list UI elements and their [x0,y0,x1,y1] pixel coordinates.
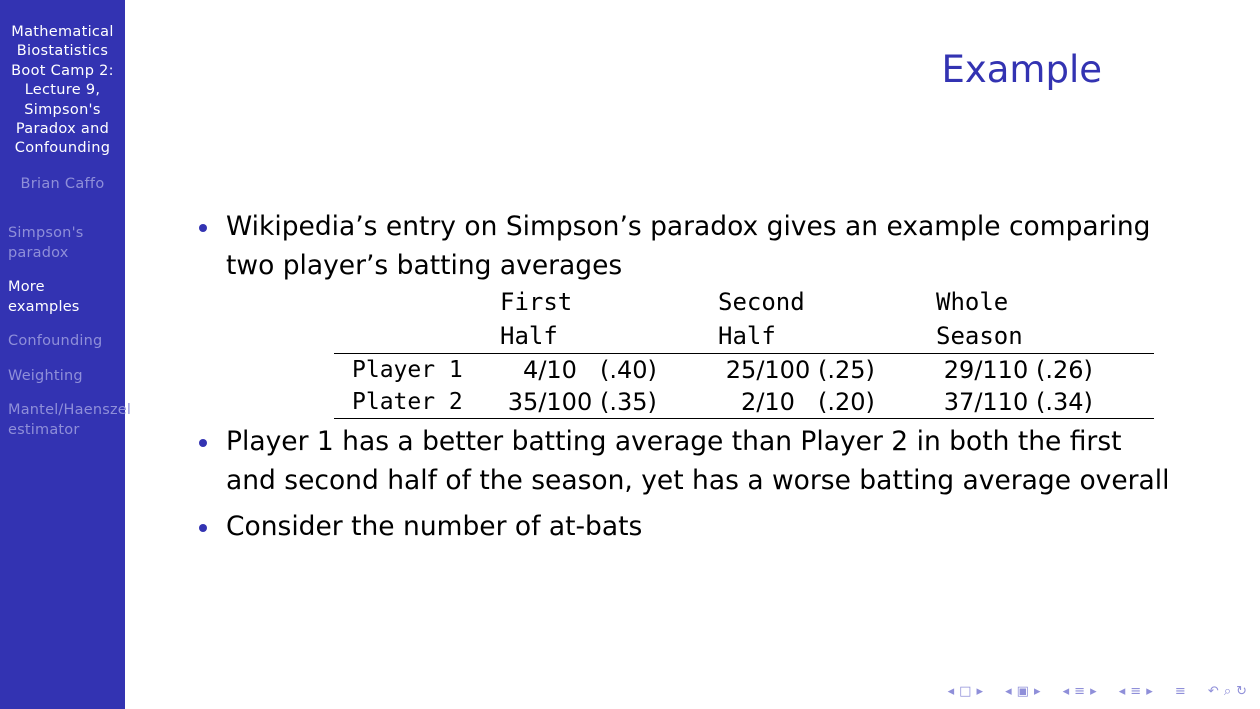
nav-left-icon[interactable]: ◂ [1005,684,1013,699]
sidebar-item-label: Confounding [8,333,103,349]
nav-right-icon[interactable]: ▸ [1090,684,1098,699]
table-header-row: First Half Second Half Whole Season [334,285,1154,354]
back-icon[interactable]: ↶ [1208,684,1220,699]
header-line: Half [718,322,776,350]
table-header: First Half [500,285,718,354]
frame-icon[interactable]: □ [959,684,972,699]
sidebar-item-label: More [8,279,45,295]
table-cell: 35/100 (.35) [500,386,718,419]
sidebar-item-confounding[interactable]: Confounding [8,332,138,352]
bullet-icon [199,524,207,532]
bullet-text: Wikipedia’s entry on Simpson’s paradox g… [226,211,1151,281]
nav-left-icon[interactable]: ◂ [1063,684,1071,699]
deck-title-line: Simpson's [24,101,101,118]
sidebar-item-weighting[interactable]: Weighting [8,367,138,387]
sidebar-item-label: Mantel/Haenszel [8,402,132,418]
section-nav: Simpson's paradox More examples Confound… [8,224,138,440]
bullet-item: Consider the number of at-bats [196,508,1176,547]
search-icon[interactable]: ⌕ [1224,684,1232,699]
player-name: Plater 2 [352,389,463,415]
deck-title-line: Boot Camp 2: [11,62,114,79]
section-list-icon[interactable]: ≡ [1130,684,1142,699]
deck-title-line: Confounding [14,140,111,157]
table-cell: 4/10 (.40) [500,354,718,387]
player-name: Player 1 [352,357,463,383]
sidebar-item-label: Weighting [8,367,83,384]
table-cell: 37/110 (.34) [936,386,1154,419]
header-line: Half [500,322,558,350]
batting-table: First Half Second Half Whole Season Play… [334,285,1154,419]
sidebar-item-label: examples [8,298,80,315]
frame-content: Wikipedia’s entry on Simpson’s paradox g… [196,208,1176,547]
frame-title: Example [941,48,1102,91]
deck-title-line: Biostatistics [16,43,109,60]
cell-average: (.34) [1036,388,1093,416]
cell-average: (.35) [600,388,657,416]
cell-fraction: 2/10 [741,388,795,416]
nav-left-icon[interactable]: ◂ [948,684,956,699]
table-header: Whole Season [936,285,1154,354]
sidebar-item-simpsons-paradox[interactable]: Simpson's paradox [8,224,138,263]
table-cell: 29/110 (.26) [936,354,1154,387]
bullet-item: Player 1 has a better batting average th… [196,423,1176,500]
subsection-icon[interactable]: ▣ [1017,684,1030,699]
author-name[interactable]: Brian Caffo [0,176,125,192]
table-header-empty [334,285,500,354]
nav-right-icon[interactable]: ▸ [1034,684,1042,699]
sidebar-item-label: estimator [8,421,80,438]
bullet-text: Player 1 has a better batting average th… [226,426,1170,496]
nav-right-icon[interactable]: ▸ [976,684,984,699]
cell-average: (.20) [818,388,875,416]
cell-fraction: 4/10 [523,356,577,384]
bullet-text: Consider the number of at-bats [226,511,643,542]
header-line: Second [718,288,805,316]
align-icon[interactable]: ≡ [1175,684,1187,699]
nav-right-icon[interactable]: ▸ [1146,684,1154,699]
header-line: Whole [936,288,1009,316]
table-row: Plater 2 35/100 (.35) 2/10 (.20) 37/110 (.3… [334,386,1154,419]
table-cell: 2/10 (.20) [718,386,936,419]
deck-title-line: Paradox and [15,121,110,138]
bullet-item: Wikipedia’s entry on Simpson’s paradox g… [196,208,1176,285]
cell-average: (.25) [818,356,875,384]
sidebar: Mathematical Biostatistics Boot Camp 2: … [0,0,131,709]
table-cell: 25/100 (.25) [718,354,936,387]
cell-fraction: 25/100 [725,356,811,384]
bullet-icon [199,439,207,447]
cell-average: (.40) [600,356,657,384]
sidebar-item-label: Simpson's [8,225,84,241]
section-icon[interactable]: ≡ [1074,684,1086,699]
deck-title-line: Mathematical [11,24,114,40]
table-header: Second Half [718,285,936,354]
cell-average: (.26) [1036,356,1093,384]
beamer-navigation: ◂ □ ▸ ◂ ▣ ▸ ◂ ≡ ▸ ◂ ≡ ▸ ≡ ↶ ⌕ ↻ [946,684,1250,699]
sidebar-item-label: paradox [8,244,69,261]
bullet-icon [199,224,207,232]
header-line: Season [936,322,1023,350]
deck-title[interactable]: Mathematical Biostatistics Boot Camp 2: … [0,23,125,159]
nav-left-icon[interactable]: ◂ [1119,684,1127,699]
deck-title-line: Lecture 9, [24,82,101,99]
header-line: First [500,288,573,316]
cell-fraction: 37/110 [943,388,1029,416]
cell-fraction: 35/100 [507,388,593,416]
sidebar-item-mantel-haenszel[interactable]: Mantel/Haenszel estimator [8,401,138,440]
cell-fraction: 29/110 [943,356,1029,384]
table-row: Player 1 4/10 (.40) 25/100 (.25) 29/110 (.2… [334,354,1154,387]
refresh-icon[interactable]: ↻ [1236,684,1248,699]
sidebar-item-more-examples[interactable]: More examples [8,278,138,317]
